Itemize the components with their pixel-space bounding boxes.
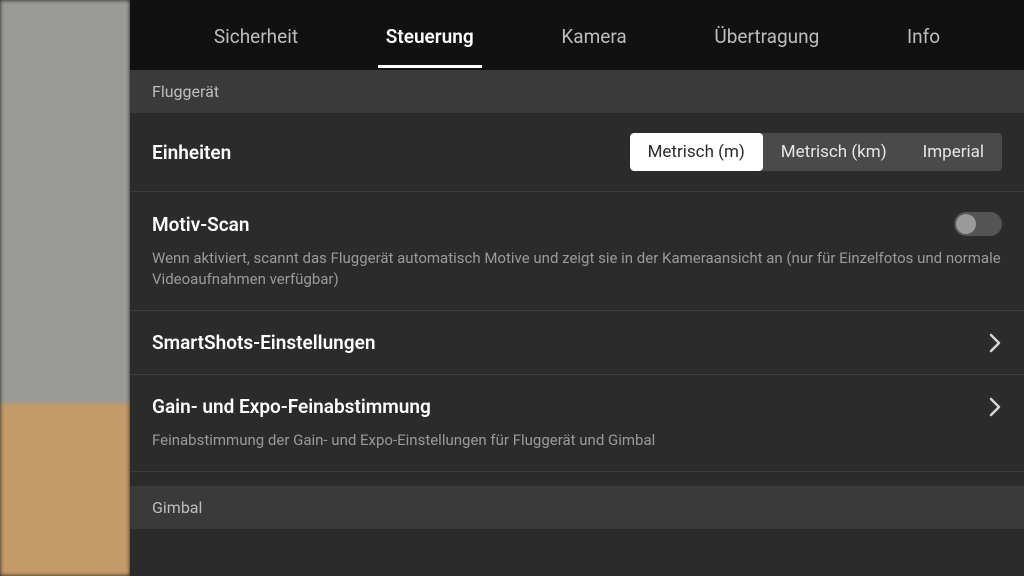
- tab-info[interactable]: Info: [899, 3, 948, 68]
- row-gain-expo[interactable]: Gain- und Expo-Feinabstimmung Feinabstim…: [130, 375, 1024, 472]
- tab-kamera[interactable]: Kamera: [553, 3, 634, 68]
- tab-bar: Sicherheit Steuerung Kamera Übertragung …: [130, 0, 1024, 70]
- units-segmented: Metrisch (m) Metrisch (km) Imperial: [630, 133, 1002, 171]
- subject-scan-toggle[interactable]: [954, 212, 1002, 236]
- subject-scan-title: Motiv-Scan: [152, 213, 250, 236]
- toggle-knob: [956, 214, 976, 234]
- tab-uebertragung[interactable]: Übertragung: [706, 3, 827, 68]
- units-option-metric-km[interactable]: Metrisch (km): [763, 133, 905, 171]
- settings-panel: Sicherheit Steuerung Kamera Übertragung …: [130, 0, 1024, 576]
- smartshots-title: SmartShots-Einstellungen: [152, 331, 375, 354]
- tab-steuerung[interactable]: Steuerung: [378, 3, 482, 68]
- chevron-right-icon: [988, 397, 1002, 417]
- subject-scan-desc: Wenn aktiviert, scannt das Fluggerät aut…: [152, 248, 1002, 290]
- units-option-imperial[interactable]: Imperial: [905, 133, 1002, 171]
- units-option-metric-m[interactable]: Metrisch (m): [630, 133, 763, 171]
- row-subject-scan: Motiv-Scan Wenn aktiviert, scannt das Fl…: [130, 192, 1024, 311]
- section-header-gimbal: Gimbal: [130, 486, 1024, 529]
- gain-expo-desc: Feinabstimmung der Gain- und Expo-Einste…: [152, 430, 1002, 451]
- camera-preview-edge: [0, 0, 130, 576]
- row-smartshots[interactable]: SmartShots-Einstellungen: [130, 311, 1024, 375]
- units-title: Einheiten: [152, 141, 231, 164]
- section-header-aircraft: Fluggerät: [130, 70, 1024, 113]
- chevron-right-icon: [988, 333, 1002, 353]
- gain-expo-title: Gain- und Expo-Feinabstimmung: [152, 395, 431, 418]
- tab-sicherheit[interactable]: Sicherheit: [206, 3, 306, 68]
- row-units: Einheiten Metrisch (m) Metrisch (km) Imp…: [130, 113, 1024, 192]
